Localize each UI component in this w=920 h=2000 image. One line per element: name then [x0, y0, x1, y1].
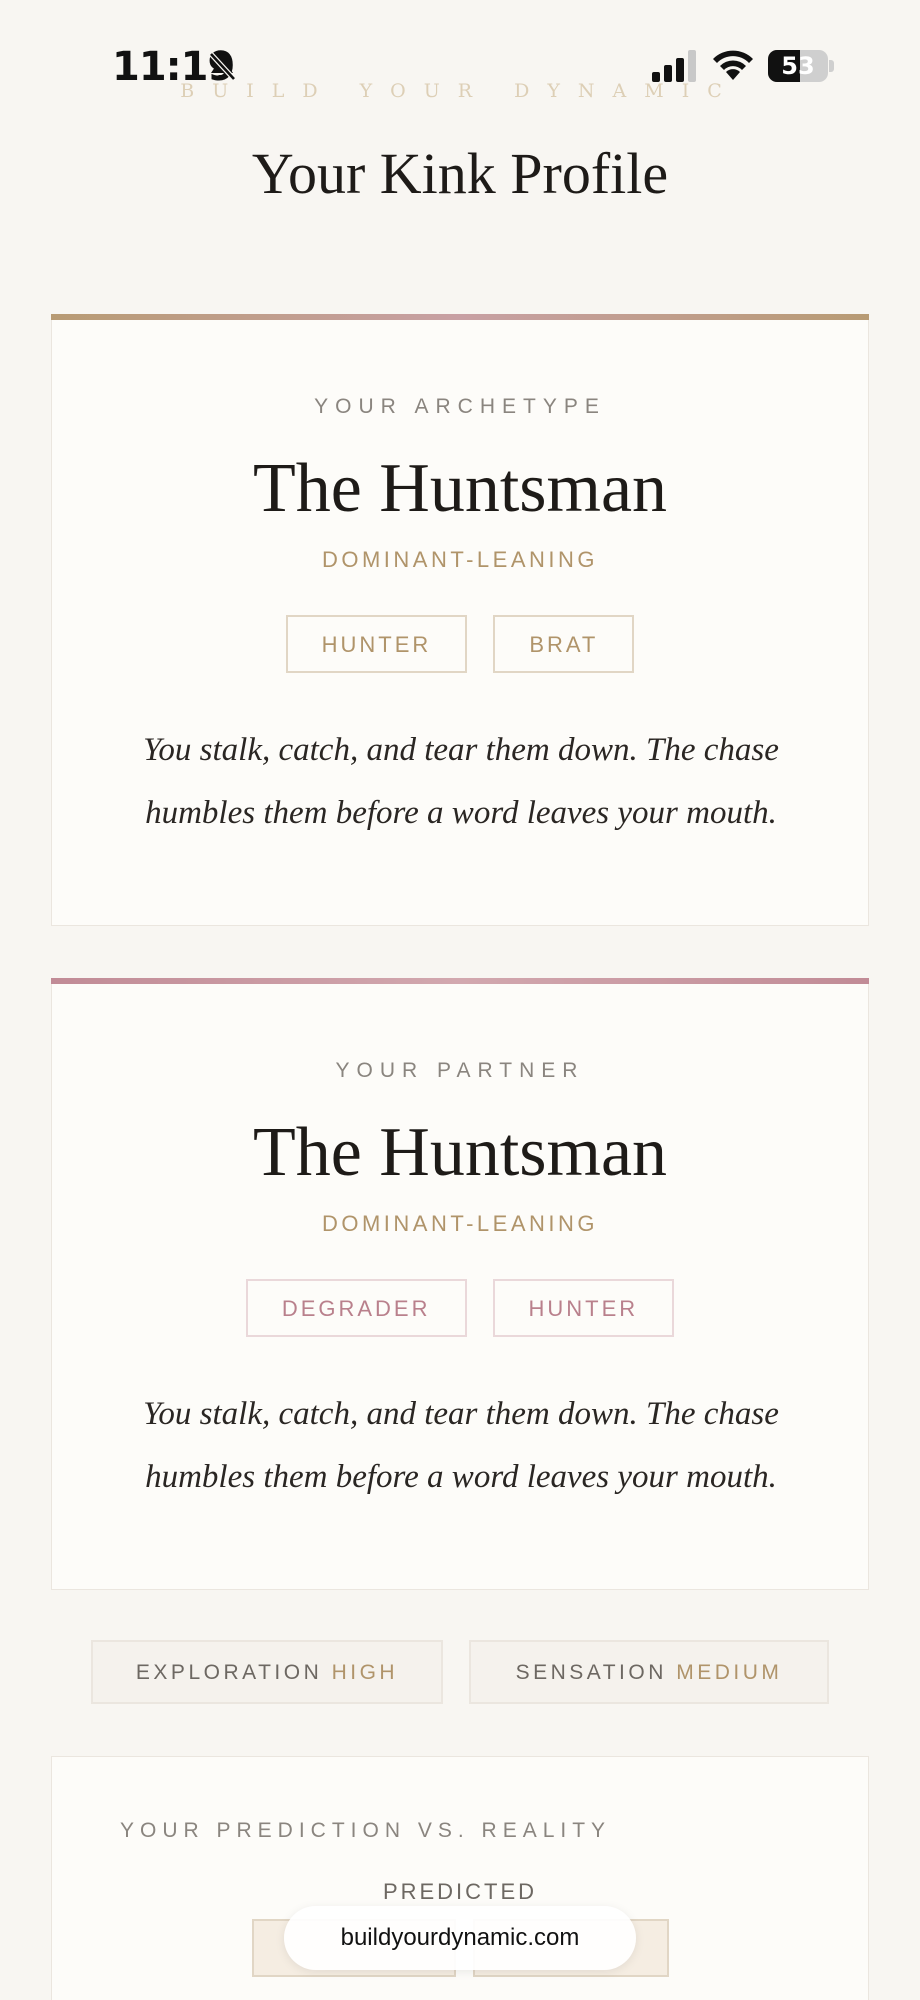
card-accent-bar [51, 314, 869, 320]
tag-hunter: HUNTER [492, 1279, 675, 1337]
archetype-description: You stalk, catch, and tear them down. Th… [143, 732, 779, 831]
archetype-tags: HUNTER BRAT [52, 615, 868, 673]
sensation-label: SENSATION [515, 1661, 667, 1684]
browser-url-bar[interactable]: buildyourdynamic.com [284, 1906, 636, 1970]
bell-muted-icon [209, 52, 236, 81]
partner-label: YOUR PARTNER [335, 1059, 585, 1082]
archetype-name: The Huntsman [252, 450, 668, 527]
sensation-value: MEDIUM [676, 1661, 783, 1684]
tag-brat: BRAT [493, 615, 635, 673]
partner-description: You stalk, catch, and tear them down. Th… [143, 1396, 779, 1495]
partner-card: YOUR PARTNER The Huntsman DOMINANT-LEANI… [51, 978, 869, 1590]
card-accent-bar [51, 978, 869, 984]
battery-icon: 53 [768, 50, 834, 82]
wifi-icon [713, 50, 753, 80]
partner-name: The Huntsman [252, 1114, 668, 1191]
page-eyebrow: BUILD YOUR DYNAMIC [180, 80, 740, 102]
page-title: Your Kink Profile [251, 141, 669, 206]
exploration-value: HIGH [331, 1661, 399, 1684]
signal-icon [652, 50, 696, 82]
archetype-leaning: DOMINANT-LEANING [321, 547, 599, 572]
partner-leaning: DOMINANT-LEANING [321, 1211, 599, 1236]
exploration-level-badge: EXPLORATION HIGH [91, 1640, 443, 1704]
archetype-label: YOUR ARCHETYPE [314, 395, 606, 418]
exploration-label: EXPLORATION [135, 1661, 323, 1684]
battery-level-text: 53 [781, 52, 815, 80]
prediction-subtitle: PREDICTED [382, 1879, 538, 1904]
prediction-title: YOUR PREDICTION VS. REALITY [120, 1819, 612, 1842]
archetype-card: YOUR ARCHETYPE The Huntsman DOMINANT-LEA… [51, 314, 869, 926]
tag-degrader: DEGRADER [245, 1279, 467, 1337]
tag-hunter: HUNTER [285, 615, 468, 673]
status-bar: 11:19 53 [0, 0, 920, 120]
sensation-level-badge: SENSATION MEDIUM [469, 1640, 829, 1704]
partner-tags: DEGRADER HUNTER [52, 1279, 868, 1337]
